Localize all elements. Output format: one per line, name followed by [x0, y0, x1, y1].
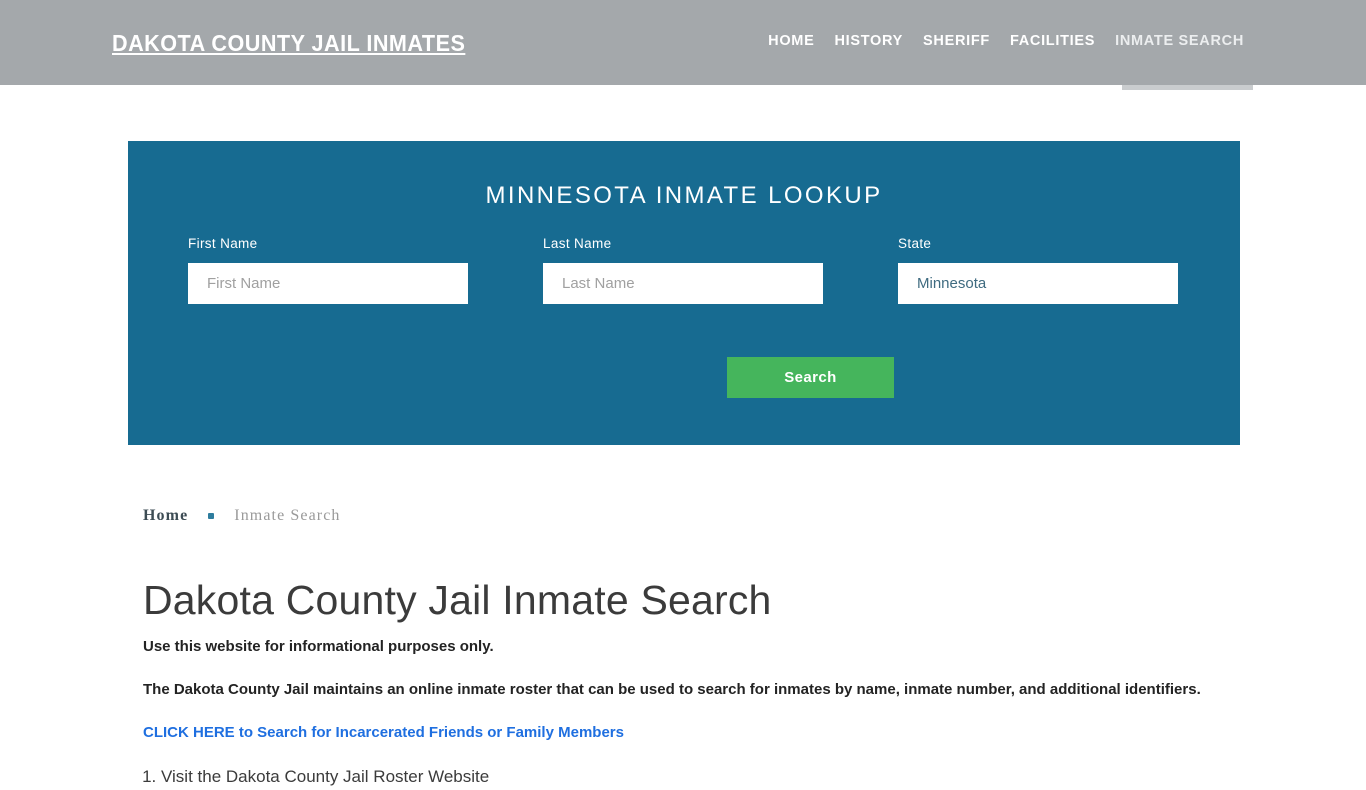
inmate-lookup-panel: MINNESOTA INMATE LOOKUP First Name Last …	[128, 141, 1240, 445]
last-name-label: Last Name	[543, 236, 612, 251]
panel-title: MINNESOTA INMATE LOOKUP	[485, 182, 883, 209]
state-label: State	[898, 236, 932, 251]
nav-active-indicator	[1122, 85, 1253, 90]
list-item: Visit the Dakota County Jail Roster Webs…	[161, 765, 1233, 790]
breadcrumb-separator-icon	[208, 513, 215, 519]
click-here-paragraph: CLICK HERE to Search for Incarcerated Fr…	[143, 724, 1233, 743]
steps-list: Visit the Dakota County Jail Roster Webs…	[143, 765, 1233, 790]
breadcrumb-current-page: Inmate Search	[234, 507, 341, 524]
nav-item-history[interactable]: HISTORY	[824, 33, 913, 49]
nav-item-home[interactable]: HOME	[758, 33, 824, 49]
breadcrumb: Home Inmate Search	[143, 507, 341, 525]
click-here-search-link[interactable]: CLICK HERE to Search for Incarcerated Fr…	[143, 724, 624, 741]
nav-item-facilities[interactable]: FACILITIES	[1000, 33, 1105, 49]
intro-paragraph: Use this website for informational purpo…	[143, 638, 494, 655]
nav-item-inmate-search[interactable]: INMATE SEARCH	[1105, 33, 1254, 49]
first-name-input[interactable]	[188, 263, 468, 304]
page-title: Dakota County Jail Inmate Search	[143, 577, 772, 623]
roster-description-paragraph: The Dakota County Jail maintains an onli…	[143, 680, 1201, 698]
field-group-state: State	[898, 236, 1178, 304]
last-name-input[interactable]	[543, 263, 823, 304]
nav-item-sheriff[interactable]: SHERIFF	[913, 33, 1000, 49]
first-name-label: First Name	[188, 236, 258, 251]
field-group-last-name: Last Name	[543, 236, 823, 304]
field-group-first-name: First Name	[188, 236, 468, 304]
search-fields-row: First Name Last Name State	[128, 236, 1240, 326]
search-submit-button[interactable]: Search	[727, 357, 894, 398]
body-copy: Use this website for informational purpo…	[143, 638, 1233, 790]
breadcrumb-home-link[interactable]: Home	[143, 507, 188, 525]
state-input[interactable]	[898, 263, 1178, 304]
site-header: Dakota County Jail Inmates HOME HISTORY …	[0, 0, 1366, 85]
site-brand-logo[interactable]: Dakota County Jail Inmates	[112, 30, 465, 57]
main-navigation: HOME HISTORY SHERIFF FACILITIES INMATE S…	[758, 33, 1254, 49]
